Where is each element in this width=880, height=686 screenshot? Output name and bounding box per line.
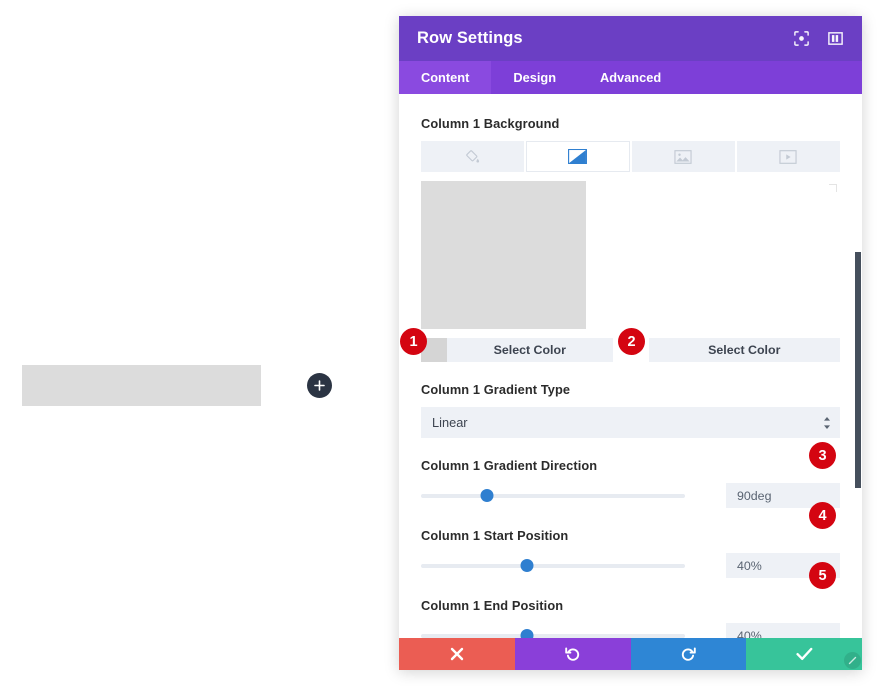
start-position-slider[interactable] [421, 558, 685, 574]
modal-body: Column 1 Background [399, 94, 862, 638]
tab-design[interactable]: Design [491, 61, 578, 94]
cancel-button[interactable] [399, 638, 515, 670]
gradient-direction-slider[interactable] [421, 488, 685, 504]
background-image-tab[interactable] [632, 141, 735, 172]
row-settings-modal: Row Settings Content Design Advanced [399, 16, 862, 670]
paint-bucket-icon [465, 149, 480, 164]
background-gradient-tab[interactable] [526, 141, 629, 172]
image-icon [674, 150, 692, 164]
end-position-value[interactable]: 40% [726, 623, 840, 638]
slider-track [421, 634, 685, 638]
slider-track [421, 564, 685, 568]
settings-form: Column 1 Background [399, 94, 862, 638]
redo-arrow-icon [680, 646, 696, 662]
background-label: Column 1 Background [421, 116, 840, 131]
settings-scrollbar-track[interactable] [854, 94, 862, 638]
undo-button[interactable] [515, 638, 631, 670]
select-color-button-1[interactable]: Select Color [447, 338, 613, 362]
modal-header: Row Settings [399, 16, 862, 61]
gradient-direction-value[interactable]: 90deg [726, 483, 840, 508]
gradient-preview-area [421, 181, 840, 329]
undo-arrow-icon [565, 646, 581, 662]
background-type-tabs [421, 141, 840, 172]
gradient-color-row: Select Color Select Color [421, 338, 840, 362]
color-swatch-1[interactable] [421, 338, 447, 362]
start-position-label: Column 1 Start Position [421, 528, 840, 543]
start-position-field: Column 1 Start Position 40% [421, 528, 840, 578]
page-title: Row Settings [417, 29, 793, 48]
background-color-tab[interactable] [421, 141, 524, 172]
tab-advanced[interactable]: Advanced [578, 61, 683, 94]
slider-thumb[interactable] [520, 559, 533, 572]
tab-content[interactable]: Content [399, 61, 491, 94]
gradient-preview-swatch[interactable] [421, 181, 586, 329]
checkmark-icon [796, 647, 813, 661]
redo-button[interactable] [631, 638, 747, 670]
gradient-color-1: Select Color [421, 338, 613, 362]
gradient-color-2: Select Color [649, 338, 841, 362]
end-position-slider[interactable] [421, 628, 685, 639]
settings-scrollbar-thumb[interactable] [855, 252, 861, 488]
modal-action-bar [399, 638, 862, 670]
end-position-field: Column 1 End Position 40% [421, 598, 840, 638]
column-layout-icon[interactable] [827, 30, 844, 47]
video-icon [779, 150, 797, 164]
select-color-button-2[interactable]: Select Color [649, 338, 841, 362]
preview-corner-mark [829, 184, 837, 192]
slider-track [421, 494, 685, 498]
start-position-row: 40% [421, 553, 840, 578]
gradient-icon [568, 149, 587, 164]
gradient-type-select[interactable]: Linear [421, 407, 840, 438]
add-module-button[interactable] [307, 373, 332, 398]
start-position-value[interactable]: 40% [726, 553, 840, 578]
gradient-type-label: Column 1 Gradient Type [421, 382, 840, 397]
close-x-icon [450, 647, 464, 661]
modal-tabbar: Content Design Advanced [399, 61, 862, 94]
slider-thumb[interactable] [520, 629, 533, 639]
end-position-row: 40% [421, 623, 840, 638]
header-icon-group [793, 30, 844, 47]
slider-thumb[interactable] [481, 489, 494, 502]
gradient-type-value: Linear [432, 415, 468, 430]
canvas-empty-row[interactable] [22, 365, 261, 406]
gradient-direction-field: Column 1 Gradient Direction 90deg [421, 458, 840, 508]
modal-resize-handle[interactable] [844, 652, 861, 669]
plus-icon [314, 380, 325, 391]
end-position-label: Column 1 End Position [421, 598, 840, 613]
chevron-updown-icon [823, 416, 831, 429]
focus-target-icon[interactable] [793, 30, 810, 47]
gradient-direction-row: 90deg [421, 483, 840, 508]
screen: Row Settings Content Design Advanced [0, 0, 880, 686]
gradient-direction-label: Column 1 Gradient Direction [421, 458, 840, 473]
background-video-tab[interactable] [737, 141, 840, 172]
gradient-type-field: Column 1 Gradient Type Linear [421, 382, 840, 438]
resize-diagonal-icon [847, 655, 858, 666]
